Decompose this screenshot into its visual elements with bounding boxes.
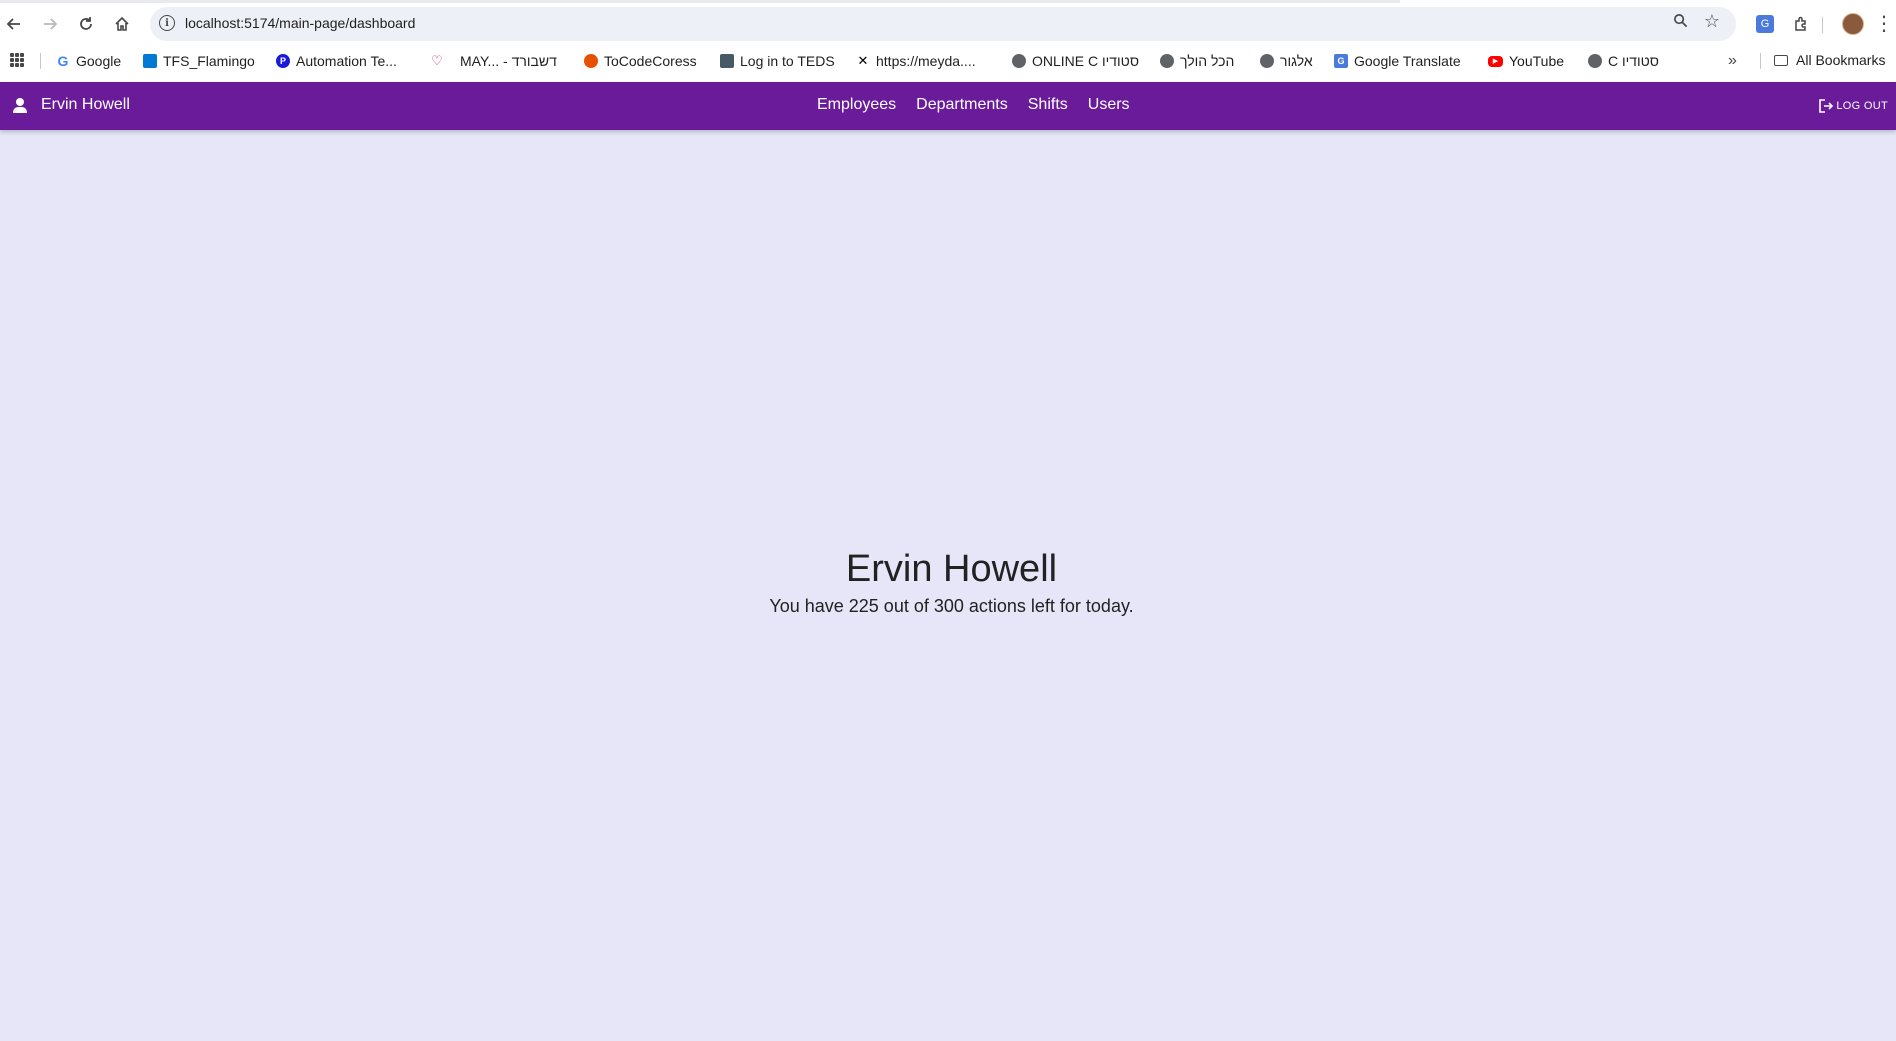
logout-icon	[1819, 99, 1834, 113]
url-text[interactable]: localhost:5174/main-page/dashboard	[185, 15, 415, 31]
meyda-icon: ✕	[857, 53, 869, 68]
tocode-icon	[584, 54, 598, 68]
azure-devops-icon	[143, 54, 157, 68]
bookmark-meyda[interactable]: ✕ https://meyda....	[856, 52, 976, 70]
nav-users[interactable]: Users	[1088, 96, 1130, 114]
bookmark-star-icon[interactable]: ☆	[1704, 11, 1720, 32]
bookmark-label: https://meyda....	[876, 53, 976, 69]
profile-button[interactable]	[1842, 12, 1864, 36]
globe-icon	[1160, 54, 1174, 68]
bookmarks-overflow-chevron-icon[interactable]: »	[1728, 52, 1737, 70]
all-bookmarks-button[interactable]: All Bookmarks	[1774, 52, 1885, 68]
more-vert-icon: ⋮	[1874, 13, 1894, 35]
bookmarks-divider	[40, 53, 41, 69]
back-button[interactable]	[0, 10, 28, 38]
all-bookmarks-label: All Bookmarks	[1796, 52, 1886, 68]
bookmark-google[interactable]: G Google	[56, 52, 121, 70]
bookmark-label: YouTube	[1509, 53, 1565, 69]
browser-toolbar: i localhost:5174/main-page/dashboard ☆ G…	[0, 4, 1896, 44]
home-icon	[115, 16, 129, 31]
arrow-right-icon	[44, 18, 58, 30]
globe-icon	[1012, 54, 1026, 68]
nav-employees[interactable]: Employees	[817, 96, 896, 114]
browser-menu-button[interactable]: ⋮	[1874, 12, 1894, 36]
bookmark-hakol-holech[interactable]: הכל הולך	[1160, 52, 1234, 70]
forward-button[interactable]	[36, 10, 64, 38]
teds-icon	[720, 54, 734, 68]
bookmark-label: Log in to TEDS	[740, 53, 835, 69]
person-icon	[12, 98, 28, 114]
youtube-icon: ▶	[1488, 55, 1503, 67]
p-icon: P	[276, 54, 290, 68]
main-nav: Employees Departments Shifts Users	[817, 96, 1130, 114]
bookmark-label: Automation Te...	[296, 53, 397, 69]
google-icon: G	[56, 53, 70, 69]
home-button[interactable]	[108, 10, 136, 38]
bookmark-tocode[interactable]: ToCodeCoress	[584, 52, 697, 70]
bookmarks-divider	[1760, 53, 1761, 69]
bookmark-teds[interactable]: Log in to TEDS	[720, 52, 835, 70]
header-user-name: Ervin Howell	[41, 96, 130, 113]
bookmark-may-dashboard[interactable]: ♡ MAY... - דשבורד	[430, 52, 557, 70]
bookmark-youtube[interactable]: ▶ YouTube	[1488, 52, 1564, 70]
logout-button[interactable]: LOG OUT	[1818, 98, 1888, 114]
apps-grid-icon[interactable]	[10, 53, 24, 67]
toolbar-divider	[1822, 17, 1823, 33]
arrow-left-icon	[6, 18, 20, 30]
reload-button[interactable]	[72, 10, 100, 38]
bookmark-online-c-studio[interactable]: ONLINE C סטודיו	[1012, 52, 1139, 70]
app-header: Ervin Howell Employees Departments Shift…	[0, 82, 1896, 130]
translate-icon: G	[1756, 15, 1774, 33]
translate-icon: G	[1334, 54, 1348, 68]
address-bar[interactable]: i localhost:5174/main-page/dashboard ☆	[150, 7, 1736, 41]
bookmark-label: אלגור	[1280, 53, 1313, 69]
bookmark-label: ONLINE C סטודיו	[1032, 53, 1140, 69]
puzzle-icon	[1795, 16, 1806, 31]
actions-remaining-text: You have 225 out of 300 actions left for…	[769, 596, 1134, 616]
translate-extension-button[interactable]: G	[1754, 12, 1776, 36]
nav-departments[interactable]: Departments	[916, 96, 1008, 114]
logout-label: LOG OUT	[1836, 100, 1888, 112]
bookmark-c-studio[interactable]: C סטודיו	[1588, 52, 1659, 70]
browser-chrome: i localhost:5174/main-page/dashboard ☆ G…	[0, 0, 1896, 82]
dashboard-user-name: Ervin Howell	[845, 548, 1058, 590]
zoom-icon[interactable]	[1673, 13, 1688, 32]
folder-icon	[1774, 54, 1788, 66]
avatar	[1842, 13, 1864, 35]
dashboard-content: Ervin Howell You have 225 out of 300 act…	[0, 130, 1896, 1041]
bookmark-label: C סטודיו	[1608, 53, 1659, 69]
bookmark-label: MAY... - דשבורד	[460, 53, 557, 69]
bookmark-automation[interactable]: P Automation Te...	[276, 52, 397, 70]
bookmark-label: TFS_Flamingo	[163, 53, 255, 69]
tab-strip-line	[0, 0, 1400, 3]
bookmark-google-translate[interactable]: G Google Translate	[1334, 52, 1461, 70]
extensions-button[interactable]	[1790, 12, 1812, 36]
bookmark-label: Google Translate	[1354, 53, 1461, 69]
bookmark-label: הכל הולך	[1180, 53, 1235, 69]
heart-icon: ♡	[431, 53, 443, 68]
reload-icon	[80, 17, 92, 30]
bookmark-algor[interactable]: אלגור	[1260, 52, 1313, 70]
bookmark-label: Google	[76, 53, 122, 69]
globe-icon	[1260, 54, 1274, 68]
site-info-icon[interactable]: i	[159, 15, 175, 31]
bookmarks-bar: G Google TFS_Flamingo P Automation Te...…	[0, 48, 1896, 74]
nav-shifts[interactable]: Shifts	[1028, 96, 1068, 114]
bookmark-tfs-flamingo[interactable]: TFS_Flamingo	[143, 52, 255, 70]
globe-icon	[1588, 54, 1602, 68]
bookmark-label: ToCodeCoress	[604, 53, 697, 69]
